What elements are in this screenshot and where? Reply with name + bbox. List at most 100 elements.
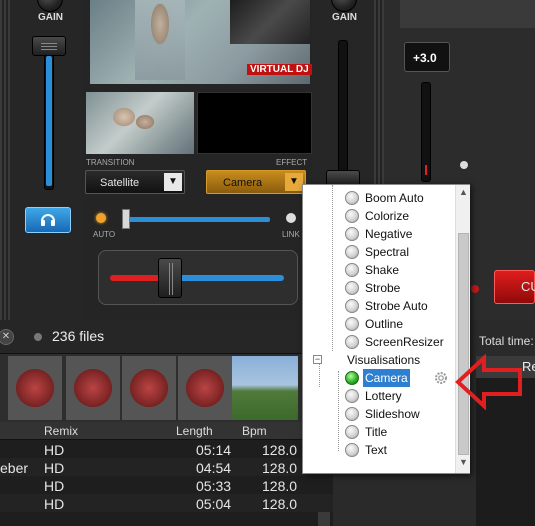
scroll-down-icon[interactable]: ▼ <box>458 457 469 469</box>
virtualdj-window: GAIN VIRTUAL DJ TRANSITION EFFECT Satell… <box>0 0 535 526</box>
left-deck-divider <box>0 0 10 320</box>
effect-label: EFFECT <box>276 158 308 167</box>
table-row[interactable]: HD 05:04 128.0 <box>0 494 333 512</box>
browser-toolbar <box>0 320 333 354</box>
track-length: 05:14 <box>196 442 232 458</box>
collapse-icon[interactable]: − <box>313 355 322 364</box>
menu-item-strobe-auto[interactable]: Strobe Auto <box>333 297 463 315</box>
track-list: HD 05:14 128.0 eber HD 04:54 128.0 HD 05… <box>0 440 333 526</box>
track-length: 05:33 <box>196 478 232 494</box>
cover-thumbnail-1[interactable] <box>8 356 62 420</box>
effect-dropdown-icon[interactable]: ▼ <box>285 173 303 191</box>
right-led[interactable] <box>471 285 479 293</box>
menu-item-label: Slideshow <box>365 407 420 421</box>
menu-item-strobe[interactable]: Strobe <box>333 279 463 297</box>
cover-thumbnail-4[interactable] <box>178 356 232 420</box>
left-volume-fader-handle[interactable] <box>32 36 66 56</box>
cover-thumbnail-5[interactable] <box>232 356 298 420</box>
track-remix: HD <box>44 496 65 512</box>
menu-item-label: ScreenResizer <box>365 335 444 349</box>
menu-item-label: Lottery <box>365 389 402 403</box>
track-bpm: 128.0 <box>262 460 298 476</box>
column-header-bpm[interactable]: Bpm <box>242 424 267 438</box>
table-row[interactable]: HD 05:33 128.0 <box>0 476 333 494</box>
menu-item-colorize[interactable]: Colorize <box>333 207 463 225</box>
menu-item-label: Spectral <box>365 245 410 259</box>
effect-select-value: Camera <box>223 177 263 189</box>
menu-item-shake[interactable]: Shake <box>333 261 463 279</box>
video-watermark: VIRTUAL DJ <box>247 64 312 75</box>
main-video-preview: VIRTUAL DJ <box>90 0 312 84</box>
column-header-remix[interactable]: Remix <box>44 424 78 438</box>
menu-item-boom-auto[interactable]: Boom Auto <box>333 189 463 207</box>
cover-thumbnail-3[interactable] <box>122 356 176 420</box>
menu-item-negative[interactable]: Negative <box>333 225 463 243</box>
menu-item-label: Boom Auto <box>365 191 424 205</box>
menu-item-outline[interactable]: Outline <box>333 315 463 333</box>
scroll-up-icon[interactable]: ▲ <box>458 187 469 199</box>
effect-active-icon <box>345 371 359 385</box>
pitch-header <box>400 0 535 28</box>
menu-scrollbar[interactable]: ▲ ▼ <box>455 185 470 473</box>
left-volume-fader-level <box>46 56 52 186</box>
effect-bullet-icon <box>345 191 359 205</box>
column-header-length[interactable]: Length <box>176 424 213 438</box>
track-remix: HD <box>44 442 65 458</box>
cue-button[interactable]: CU <box>494 270 535 304</box>
table-row[interactable]: eber HD 04:54 128.0 <box>0 458 333 476</box>
transition-speed-slider[interactable] <box>124 217 270 222</box>
track-bpm: 128.0 <box>262 442 298 458</box>
track-length: 05:04 <box>196 496 232 512</box>
transition-dropdown-icon[interactable]: ▼ <box>164 173 182 191</box>
menu-item-text[interactable]: Text <box>333 441 463 459</box>
annotation-arrow-icon <box>454 353 524 411</box>
effect-bullet-icon <box>345 299 359 313</box>
track-remix: HD <box>44 460 65 476</box>
crossfader-handle[interactable] <box>158 258 182 298</box>
effect-select[interactable]: Camera ▼ <box>206 170 306 194</box>
menu-item-camera[interactable]: Camera <box>333 369 463 387</box>
pitch-display: +3.0 <box>404 42 450 72</box>
auto-led[interactable] <box>96 213 106 223</box>
secondary-video-preview <box>86 92 194 154</box>
transition-speed-handle[interactable] <box>122 209 130 229</box>
total-time-label: Total time: <box>479 334 534 348</box>
right-volume-fader-track[interactable] <box>338 40 348 180</box>
menu-item-lottery[interactable]: Lottery <box>333 387 463 405</box>
menu-item-spectral[interactable]: Spectral <box>333 243 463 261</box>
transition-select[interactable]: Satellite ▼ <box>85 170 185 194</box>
effect-bullet-icon <box>345 389 359 403</box>
black-video-preview <box>197 92 312 154</box>
file-count: 236 files <box>52 328 105 344</box>
menu-item-label: Camera <box>363 369 410 387</box>
files-led <box>34 333 42 341</box>
menu-group-visualisations[interactable]: − Visualisations <box>309 351 459 369</box>
effect-bullet-icon <box>345 281 359 295</box>
transition-select-value: Satellite <box>100 177 140 189</box>
menu-item-slideshow[interactable]: Slideshow <box>333 405 463 423</box>
track-length: 04:54 <box>196 460 232 476</box>
pitch-reset-dot[interactable] <box>460 161 468 169</box>
link-led[interactable] <box>286 213 296 223</box>
menu-item-label: Colorize <box>365 209 410 223</box>
effect-bullet-icon <box>345 317 359 331</box>
left-gain-label: GAIN <box>38 12 63 23</box>
menu-scrollbar-thumb[interactable] <box>458 233 469 455</box>
effect-context-menu: Boom Auto Colorize Negative Spectral Sha… <box>302 184 470 474</box>
menu-item-label: Strobe Auto <box>365 299 428 313</box>
menu-item-screenresizer[interactable]: ScreenResizer <box>333 333 463 351</box>
browser-scrollbar[interactable] <box>318 512 330 526</box>
table-row[interactable]: HD 05:14 128.0 <box>0 440 333 458</box>
headphone-icon <box>40 211 56 230</box>
browser-header-row: Remix Length Bpm <box>0 422 333 440</box>
cover-thumbnail-2[interactable] <box>66 356 120 420</box>
pitch-zero-mark <box>425 165 427 175</box>
cue-button-label: CU <box>521 279 535 294</box>
menu-item-title[interactable]: Title <box>333 423 463 441</box>
track-remix: HD <box>44 478 65 494</box>
left-headphone-button[interactable] <box>25 207 71 233</box>
menu-item-label: Strobe <box>365 281 401 295</box>
menu-item-label: Text <box>365 443 388 457</box>
track-title: eber <box>0 460 29 476</box>
menu-item-label: Outline <box>365 317 404 331</box>
